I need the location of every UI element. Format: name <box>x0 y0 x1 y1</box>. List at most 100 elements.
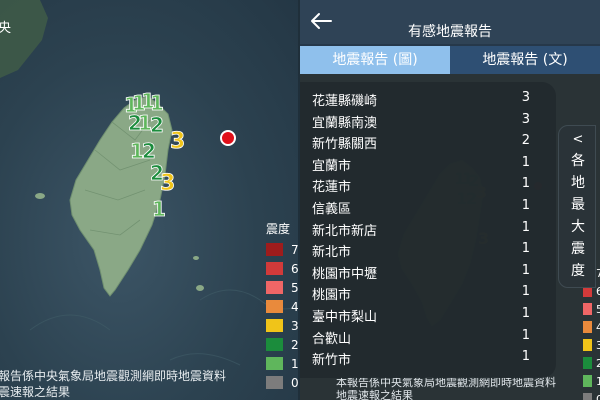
legend-swatch <box>266 243 283 256</box>
legend-level: 5 <box>596 302 600 316</box>
region-row: 新北市新店 1 <box>312 220 530 241</box>
max-intensity-popup: 花蓮縣磯崎 3 宜蘭縣南澳 3 新竹縣關西 2 宜蘭市 1 花蓮市 1 信義區 1 新北市新店 1 新北市 1… <box>300 82 556 378</box>
region-name: 花蓮縣磯崎 <box>312 94 378 109</box>
intensity-marker: 1 <box>152 197 166 221</box>
legend-swatch <box>266 281 283 294</box>
region-row: 桃園市 1 <box>312 284 530 305</box>
page-title: 有感地震報告 <box>408 24 492 40</box>
region-row: 桃園市中壢 1 <box>312 263 530 284</box>
region-name: 合歡山 <box>312 331 352 347</box>
legend-item: 5 <box>583 300 600 318</box>
intensity-marker: 1 <box>150 91 164 115</box>
intensity-marker: 2 <box>150 113 164 137</box>
region-intensity: 1 <box>521 198 530 213</box>
legend-swatch <box>583 357 592 369</box>
legend-level: 4 <box>291 299 298 314</box>
intensity-marker: 3 <box>160 171 175 196</box>
region-row: 信義區 1 <box>312 198 530 219</box>
region-name: 花蓮市 <box>312 180 352 196</box>
report-notice: 報告係中央氣象局地震觀測網即時地震資料 震速報之結果 <box>0 368 226 400</box>
region-intensity: 1 <box>521 327 530 343</box>
legend-swatch <box>266 338 283 351</box>
region-row: 花蓮縣磯崎 3 <box>312 90 530 111</box>
intensity-legend: 震度 7 6 5 4 3 2 1 0 <box>266 220 298 392</box>
legend-level: 2 <box>596 356 600 370</box>
region-intensity: 3 <box>521 111 530 127</box>
taiwan-map: 1111212312231 <box>0 0 298 366</box>
notice-line: 報告係中央氣象局地震觀測網即時地震資料 <box>0 369 227 383</box>
intensity-marker: 2 <box>142 139 156 163</box>
region-row: 新竹市 1 <box>312 349 530 370</box>
region-row: 新北市 1 <box>312 241 530 262</box>
region-intensity: 1 <box>521 241 530 257</box>
legend-item: 3 <box>583 336 600 354</box>
chevron-left-icon: < <box>572 132 584 147</box>
legend-item: 2 <box>266 335 298 354</box>
region-name: 新北市 <box>312 245 352 261</box>
side-tab-char: 大 <box>571 219 585 235</box>
region-name: 宜蘭縣南澳 <box>312 115 378 131</box>
left-map-panel: 1111212312231 央 震度 76543210 報告係中央氣象局地震觀測… <box>0 0 298 400</box>
legend-item: 1 <box>266 354 298 373</box>
legend-item: 1 <box>583 372 600 390</box>
report-tabs: 地震報告 (圖) 地震報告 (文) <box>300 46 600 74</box>
legend-item: 4 <box>583 318 600 336</box>
report-notice: 本報告係中央氣象局地震觀測網即時地震資料 地震速報之結果 <box>336 376 556 400</box>
region-name: 新北市新店 <box>312 223 378 239</box>
max-intensity-side-tab[interactable]: < 各地最大震度 <box>558 125 596 288</box>
legend-level: 0 <box>596 392 600 400</box>
legend-level: 6 <box>596 284 600 298</box>
region-intensity: 1 <box>521 262 530 278</box>
right-app-panel: 有感地震報告 地震報告 (圖) 地震報告 (文) 1 1 2 1 2 3 3 本報告係中央氣… <box>300 0 600 400</box>
legend-swatch <box>266 357 283 370</box>
region-row: 宜蘭市 1 <box>312 155 530 176</box>
region-intensity: 1 <box>521 306 530 321</box>
intensity-marker: 3 <box>170 129 185 154</box>
legend-swatch <box>583 393 592 400</box>
notice-line: 震速報之結果 <box>0 385 71 399</box>
region-name: 新竹市 <box>312 353 352 369</box>
legend-item: 4 <box>266 297 298 316</box>
region-intensity: 3 <box>521 90 530 105</box>
region-row: 花蓮市 1 <box>312 176 530 197</box>
legend-level: 3 <box>291 318 298 333</box>
side-tab-char: 度 <box>571 263 585 279</box>
region-name: 信義區 <box>312 202 352 217</box>
region-intensity: 2 <box>521 133 530 149</box>
mainland-coast <box>0 0 48 78</box>
legend-item: 6 <box>266 259 298 278</box>
legend-swatch <box>266 300 283 313</box>
legend-level: 7 <box>291 242 298 257</box>
tab-report-image[interactable]: 地震報告 (圖) <box>300 46 450 74</box>
region-name: 臺中市梨山 <box>312 310 378 325</box>
legend-level: 2 <box>291 337 298 352</box>
legend-level: 3 <box>596 338 600 352</box>
legend-item: 0 <box>266 373 298 392</box>
legend-level: 6 <box>291 261 298 276</box>
penghu-island <box>35 193 45 199</box>
legend-item: 3 <box>266 316 298 335</box>
orchid-island <box>196 285 204 291</box>
legend-level: 1 <box>596 374 600 388</box>
legend-title: 震度 <box>266 222 291 236</box>
region-row: 宜蘭縣南澳 3 <box>312 112 530 133</box>
map-title-fragment: 央 <box>0 21 12 36</box>
region-intensity: 1 <box>521 219 530 235</box>
legend-level: 0 <box>291 375 298 390</box>
region-intensity: 1 <box>521 154 530 170</box>
region-row: 新竹縣關西 2 <box>312 133 530 154</box>
region-row: 合歡山 1 <box>312 328 530 349</box>
legend-swatch <box>583 339 592 351</box>
legend-item: 2 <box>583 354 600 372</box>
side-tab-char: 最 <box>571 197 585 213</box>
region-intensity: 1 <box>521 284 530 300</box>
legend-swatch <box>266 262 283 275</box>
green-island <box>193 256 199 260</box>
legend-item: 7 <box>266 240 298 259</box>
region-intensity: 1 <box>521 349 530 365</box>
epicenter-marker[interactable] <box>220 130 236 146</box>
legend-item: 0 <box>583 390 600 400</box>
side-tab-char: 各 <box>571 153 585 169</box>
region-name: 桃園市 <box>312 288 352 304</box>
tab-report-text[interactable]: 地震報告 (文) <box>450 46 600 74</box>
